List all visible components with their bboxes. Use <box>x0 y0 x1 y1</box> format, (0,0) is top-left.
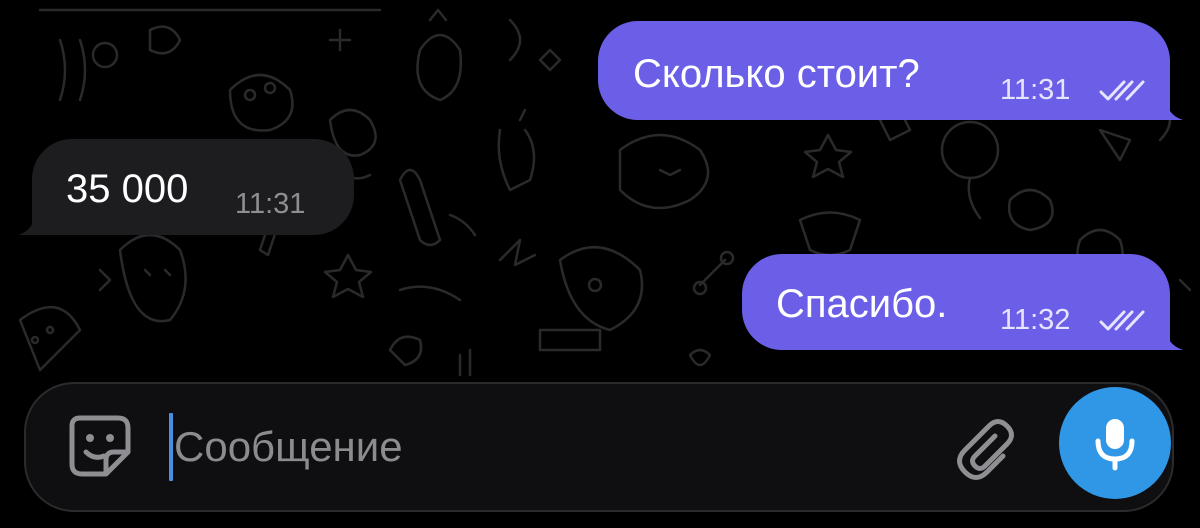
message-time: 11:31 <box>1000 74 1071 106</box>
message-time: 11:31 <box>235 188 306 220</box>
paperclip-icon[interactable] <box>951 414 1021 484</box>
message-composer: Сообщение <box>24 382 1174 512</box>
microphone-icon <box>1095 419 1135 471</box>
message-input[interactable]: Сообщение <box>174 426 403 468</box>
message-time: 11:32 <box>1000 304 1071 336</box>
message-bubble-outgoing[interactable]: Сколько стоит? 11:31 <box>598 21 1170 120</box>
sticker-icon[interactable] <box>66 412 136 482</box>
double-check-icon <box>1099 80 1145 101</box>
message-text: 35 000 <box>66 167 189 211</box>
microphone-button[interactable] <box>1059 387 1171 499</box>
message-bubble-outgoing[interactable]: Спасибо. 11:32 <box>742 254 1170 350</box>
bubble-tail <box>1155 96 1183 120</box>
bubble-tail <box>18 211 46 235</box>
message-bubble-incoming[interactable]: 35 000 11:31 <box>32 139 354 235</box>
bubble-tail <box>1155 326 1183 350</box>
double-check-icon <box>1099 310 1145 331</box>
message-text: Спасибо. <box>776 282 948 326</box>
message-text: Сколько стоит? <box>633 52 920 96</box>
text-caret <box>169 413 173 481</box>
